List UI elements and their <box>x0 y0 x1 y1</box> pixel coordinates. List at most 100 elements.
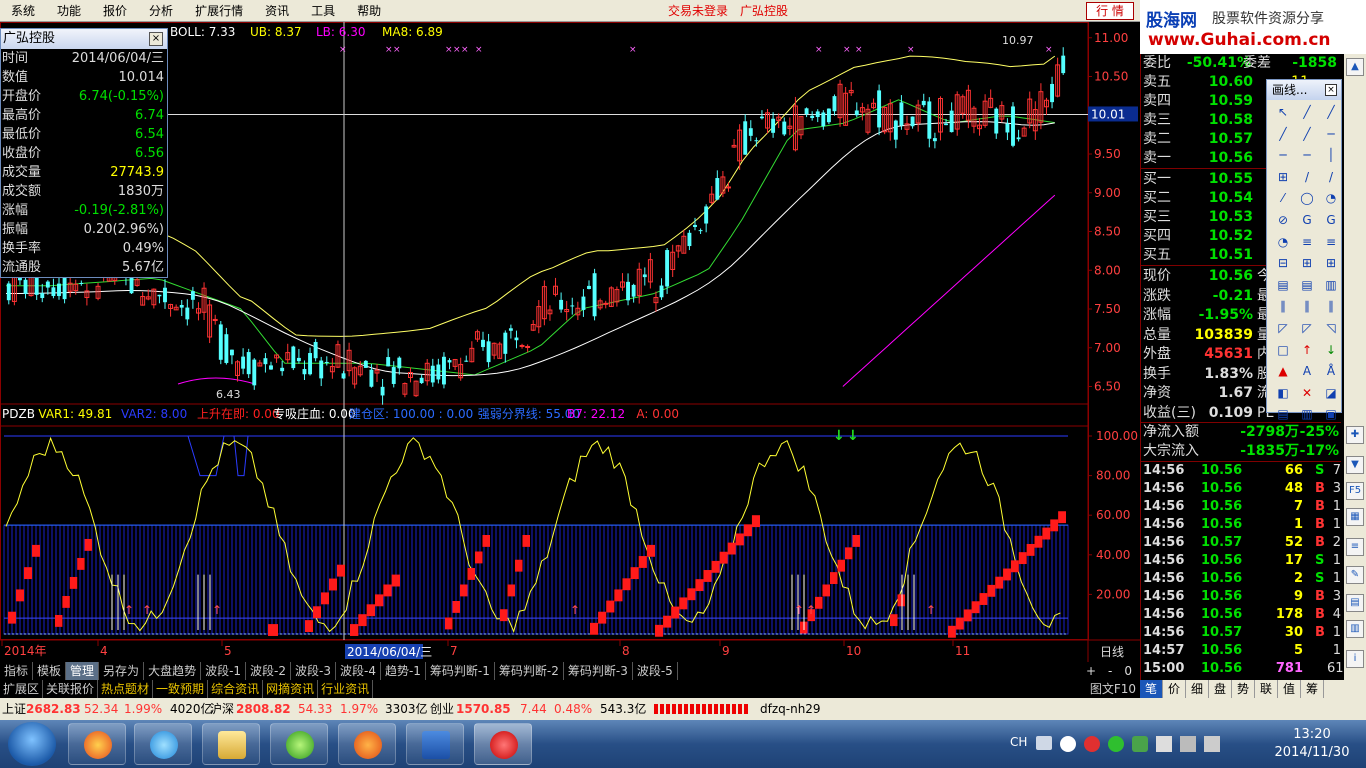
quote-tab[interactable]: 联 <box>1255 680 1278 698</box>
menu-item-news[interactable]: 资讯 <box>254 0 300 22</box>
indicator-tab[interactable]: 波段-1 <box>201 662 247 680</box>
draw-tool-icon[interactable]: Å <box>1321 361 1341 381</box>
network-icon[interactable] <box>1180 736 1196 752</box>
draw-tool-icon[interactable]: G <box>1297 210 1317 230</box>
extension-tab[interactable]: 行业资讯 <box>318 680 374 698</box>
indicator-tab[interactable]: 模板 <box>33 662 67 680</box>
kline-chart[interactable]: 11.0010.5010.009.509.008.508.007.507.006… <box>0 22 1140 662</box>
quote-tab[interactable]: 笔 <box>1140 680 1163 698</box>
draw-tool-icon[interactable]: ◸ <box>1273 318 1293 338</box>
flag-icon[interactable] <box>1156 736 1172 752</box>
indicator-tab[interactable]: 波段-5 <box>633 662 678 680</box>
draw-tool-icon[interactable]: / <box>1321 167 1341 187</box>
draw-tool-icon[interactable]: ◹ <box>1321 318 1341 338</box>
draw-tool-icon[interactable]: ∥ <box>1273 296 1293 316</box>
drawing-toolbar[interactable]: 画线... × ↖ ╱ ╱ ╱ ╱ ─ ─ ─ │ ⊞ / / ⁄ ◯ ◔ ⊘ G G ◔ ≡ ≡ ⊟ ⊞ ⊞ ▤ ▤ ▥ ∥ ∥ ∥ ◸ ◸… <box>1266 79 1342 421</box>
draw-tool-icon[interactable]: ◔ <box>1273 232 1293 252</box>
bar-icon[interactable]: ▥ <box>1346 620 1364 638</box>
taskbar-app-ie[interactable] <box>134 723 192 765</box>
indicator-tab[interactable]: 筹码判断-1 <box>426 662 495 680</box>
indicator-tab[interactable]: 管理 <box>66 662 100 680</box>
info-icon[interactable]: i <box>1346 650 1364 668</box>
indicator-tab[interactable]: 另存为 <box>99 662 145 680</box>
draw-tool-icon[interactable]: A <box>1297 361 1317 381</box>
draw-tool-icon[interactable]: ▤ <box>1297 275 1317 295</box>
f10-button[interactable]: 图文F10 <box>1090 680 1140 698</box>
indicator-tab[interactable]: 筹码判断-2 <box>495 662 564 680</box>
draw-tool-icon[interactable]: ∥ <box>1321 296 1341 316</box>
draw-tool-icon[interactable]: ─ <box>1297 145 1317 165</box>
draw-tool-icon[interactable]: ▥ <box>1321 275 1341 295</box>
grid-icon[interactable]: ▦ <box>1346 508 1364 526</box>
chevron-up-icon[interactable]: ▲ <box>1346 58 1364 76</box>
menu-item-analysis[interactable]: 分析 <box>138 0 184 22</box>
quote-tab[interactable]: 筹 <box>1301 680 1324 698</box>
draw-tool-icon[interactable]: ⁄ <box>1273 188 1293 208</box>
quote-tab[interactable]: 盘 <box>1209 680 1232 698</box>
menu-item-system[interactable]: 系统 <box>0 0 46 22</box>
quote-tab[interactable]: 值 <box>1278 680 1301 698</box>
draw-tool-icon[interactable]: ◪ <box>1321 383 1341 403</box>
zoom-button[interactable]: 0 <box>1124 662 1132 680</box>
indicator-tab[interactable]: 指标 <box>0 662 34 680</box>
draw-tool-icon[interactable]: ╱ <box>1321 102 1341 122</box>
extension-tab[interactable]: 一致预期 <box>153 680 209 698</box>
draw-tool-icon[interactable]: │ <box>1321 145 1341 165</box>
close-icon[interactable]: × <box>1325 84 1337 96</box>
indicator-tab[interactable]: 波段-3 <box>291 662 336 680</box>
draw-tool-icon[interactable]: ╱ <box>1273 124 1293 144</box>
draw-tool-icon[interactable]: ≡ <box>1297 232 1317 252</box>
draw-tool-icon[interactable]: □ <box>1273 340 1293 360</box>
input-language[interactable]: CH <box>1010 735 1027 749</box>
draw-tool-icon[interactable]: ⊟ <box>1273 253 1293 273</box>
taskbar-app-browser[interactable] <box>270 723 328 765</box>
draw-tool-icon[interactable]: ◸ <box>1297 318 1317 338</box>
draw-tool-icon[interactable]: ─ <box>1321 124 1341 144</box>
indicator-tab[interactable]: 大盘趋势 <box>144 662 202 680</box>
draw-tool-icon[interactable]: ✕ <box>1297 383 1317 403</box>
quote-tab[interactable]: 势 <box>1232 680 1255 698</box>
menu-item-function[interactable]: 功能 <box>46 0 92 22</box>
zoom-button[interactable]: - <box>1108 662 1112 680</box>
draw-tool-icon[interactable]: ─ <box>1273 145 1293 165</box>
plus-icon[interactable] <box>1108 736 1124 752</box>
extension-tab[interactable]: 综合资讯 <box>208 680 264 698</box>
extension-tab[interactable]: 扩展区 <box>0 680 44 698</box>
taskbar-app-stock[interactable] <box>474 723 532 765</box>
shield-icon[interactable] <box>1132 736 1148 752</box>
draw-tool-icon[interactable]: ≡ <box>1321 232 1341 252</box>
draw-tool-icon[interactable]: G <box>1321 210 1341 230</box>
menu-item-extended[interactable]: 扩展行情 <box>184 0 254 22</box>
draw-tool-icon[interactable]: ↖ <box>1273 102 1293 122</box>
draw-tool-icon[interactable]: ⊘ <box>1273 210 1293 230</box>
draw-tool-icon[interactable]: ╱ <box>1297 124 1317 144</box>
extension-tab[interactable]: 关联报价 <box>43 680 99 698</box>
extension-tab[interactable]: 热点题材 <box>98 680 154 698</box>
draw-tool-icon[interactable]: ∥ <box>1297 296 1317 316</box>
draw-tool-icon[interactable]: ↑ <box>1297 340 1317 360</box>
zoom-in-icon[interactable]: ✚ <box>1346 426 1364 444</box>
indicator-tab[interactable]: 波段-4 <box>336 662 381 680</box>
draw-tool-icon[interactable]: ▲ <box>1273 361 1293 381</box>
draw-tool-icon[interactable]: / <box>1297 167 1317 187</box>
indicator-tab[interactable]: 筹码判断-3 <box>564 662 633 680</box>
draw-tool-icon[interactable]: ▤ <box>1273 404 1293 424</box>
chevron-down-icon[interactable]: ▼ <box>1346 456 1364 474</box>
indicator-tab[interactable]: 波段-2 <box>246 662 292 680</box>
quote-tab[interactable]: 价 <box>1163 680 1186 698</box>
side-scrollbar[interactable]: ▲ ✚ ▼ F5 ▦ ≡ ✎ ▤ ▥ i <box>1344 54 1366 680</box>
draw-tool-icon[interactable]: ▣ <box>1321 404 1341 424</box>
taskbar-app-firefox[interactable] <box>338 723 396 765</box>
draw-tool-icon[interactable]: ◯ <box>1297 188 1317 208</box>
draw-tool-icon[interactable]: ⊞ <box>1321 253 1341 273</box>
draw-tool-icon[interactable]: ⊞ <box>1273 167 1293 187</box>
help-icon[interactable] <box>1060 736 1076 752</box>
system-clock[interactable]: 13:20 2014/11/30 <box>1260 726 1364 762</box>
taskbar-app-explorer[interactable] <box>202 723 260 765</box>
antivirus-icon[interactable] <box>1084 736 1100 752</box>
draw-tool-icon[interactable]: ▥ <box>1297 404 1317 424</box>
quote-tab[interactable]: 细 <box>1186 680 1209 698</box>
menu-item-quote[interactable]: 报价 <box>92 0 138 22</box>
edit-icon[interactable]: ✎ <box>1346 566 1364 584</box>
draw-tool-icon[interactable]: ↓ <box>1321 340 1341 360</box>
